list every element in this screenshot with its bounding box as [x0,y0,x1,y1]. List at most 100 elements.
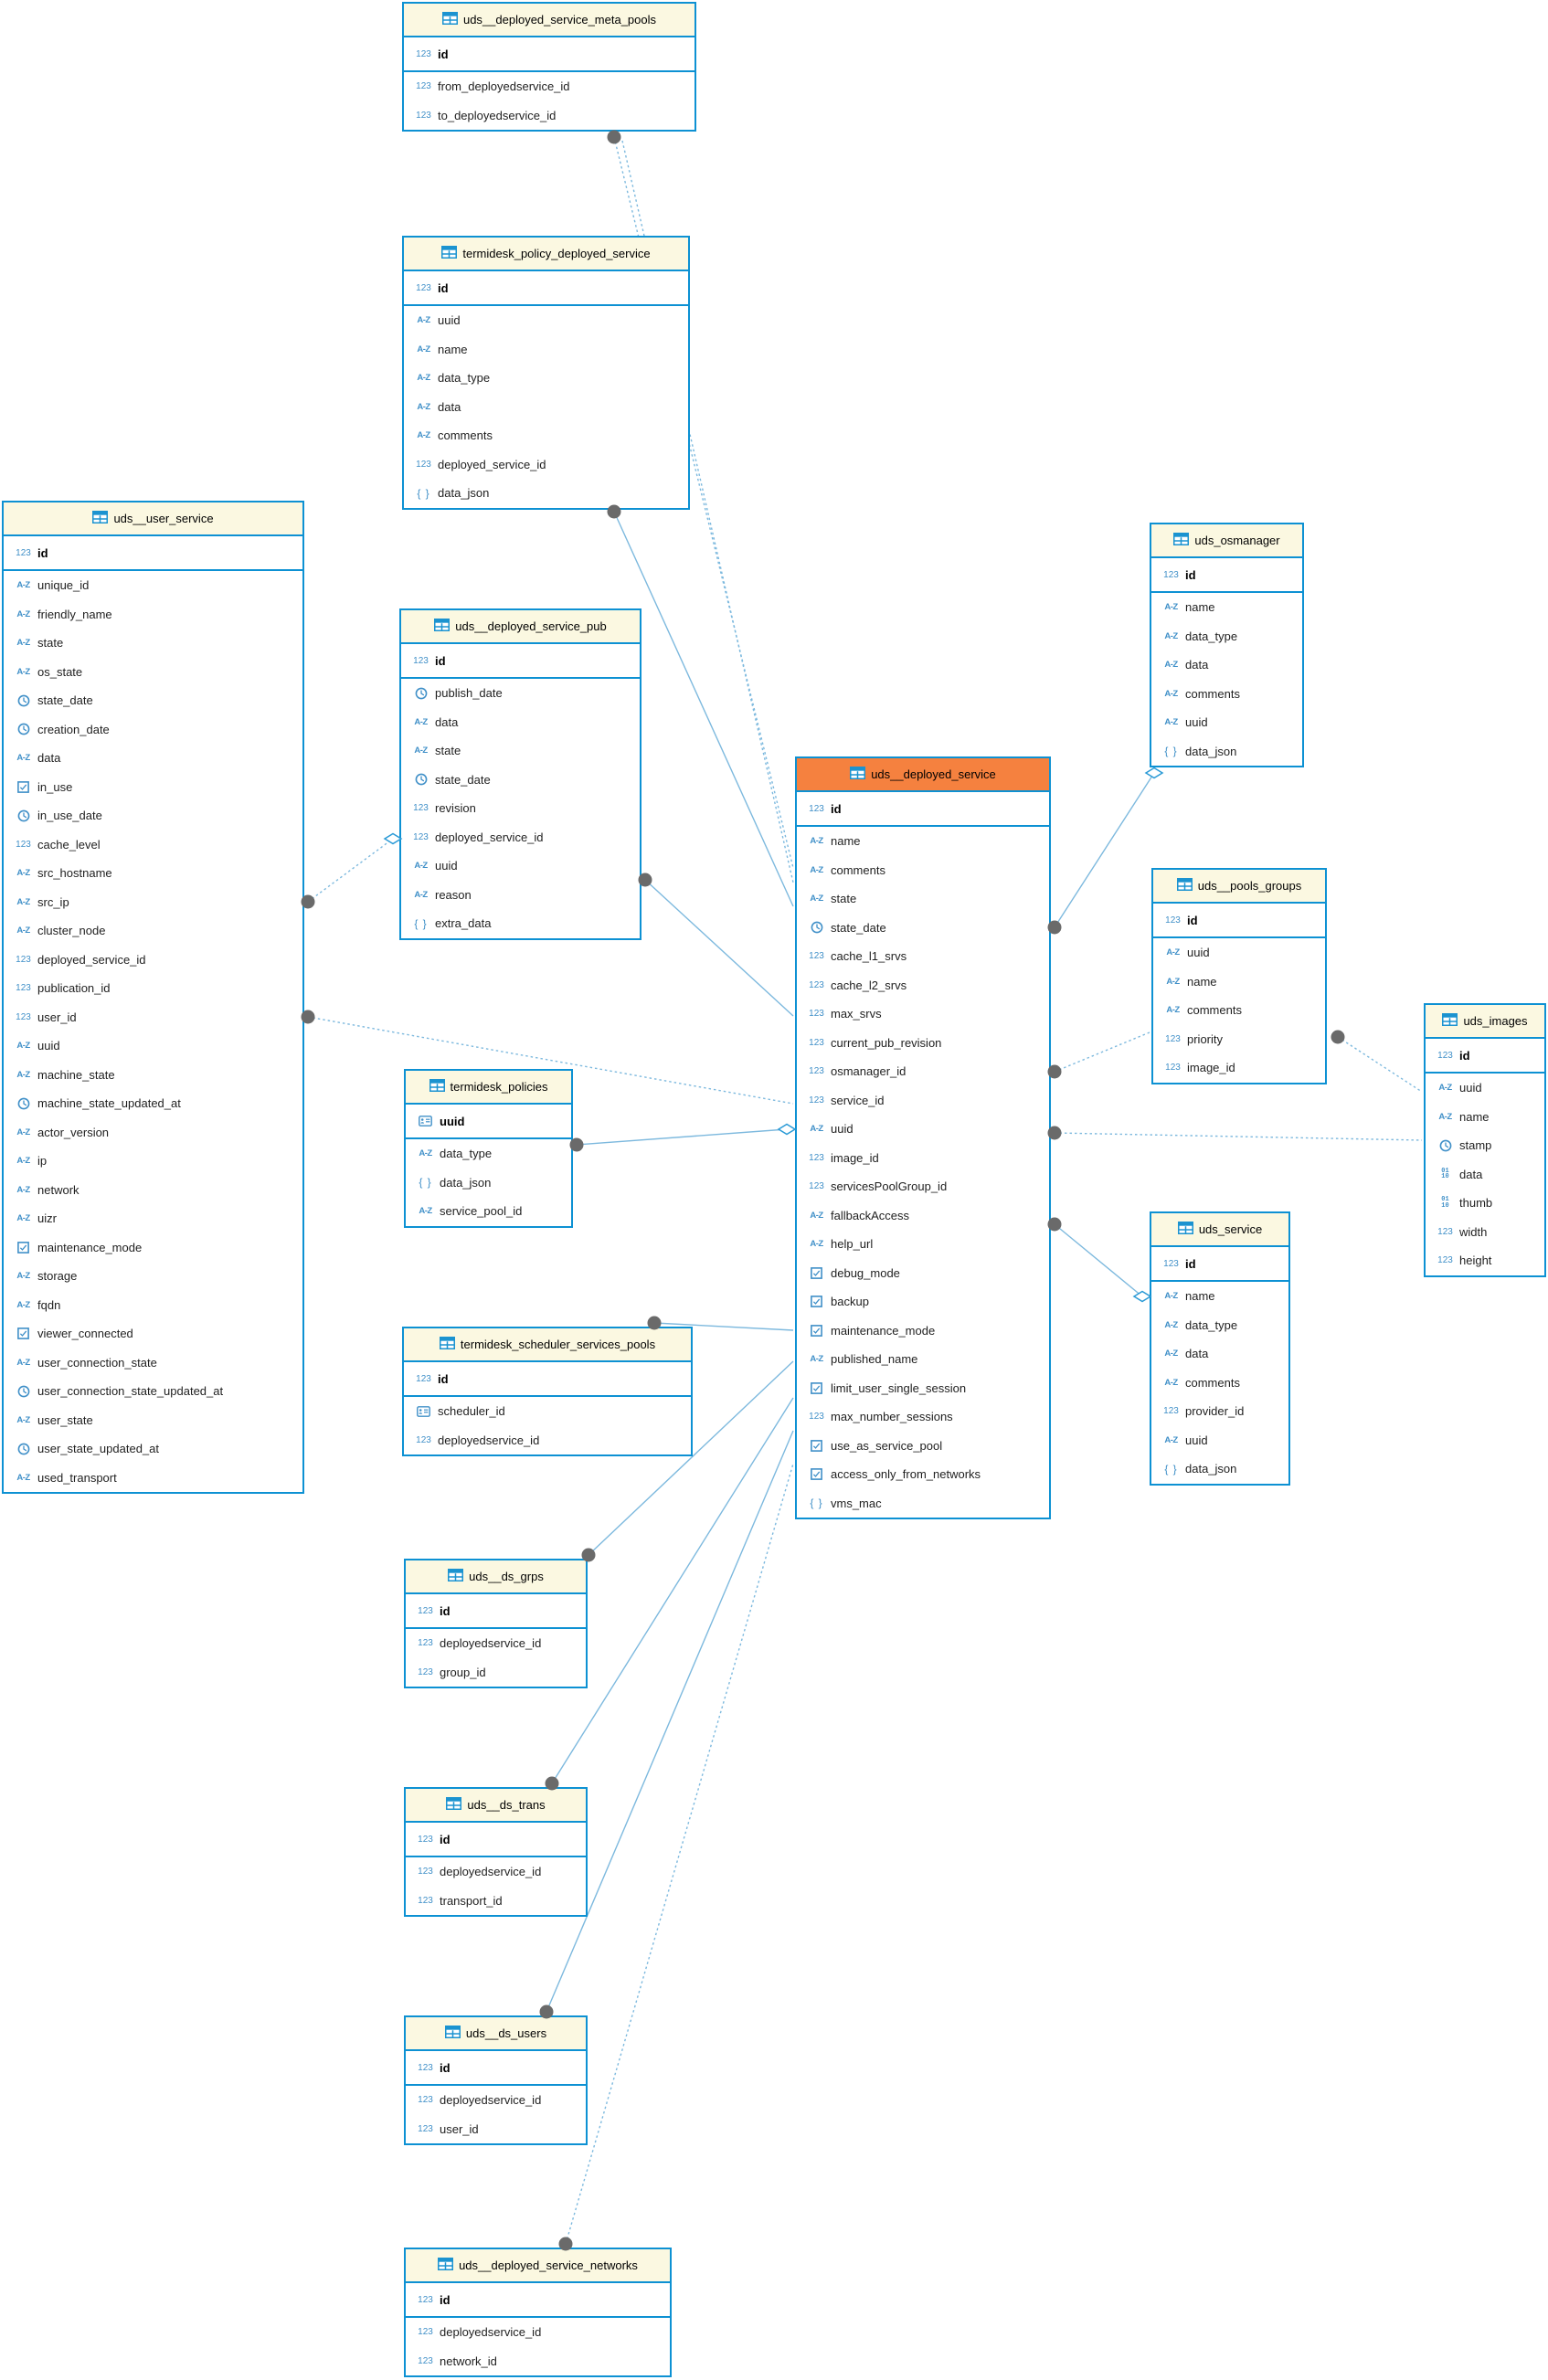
table-header[interactable]: uds_osmanager [1151,524,1302,558]
table-uds__pools_groups[interactable]: uds__pools_groups123idA-ZuuidA-ZnameA-Zc… [1151,868,1327,1084]
table-icon [1178,1222,1193,1237]
field-label: unique_id [36,578,89,592]
field-label: max_srvs [829,1007,882,1021]
text-type-icon: A-Z [11,1271,36,1281]
field-label: data_type [436,371,490,385]
table-header[interactable]: uds__ds_grps [406,1560,586,1594]
table-uds__deployed_service[interactable]: uds__deployed_service123idA-ZnameA-Zcomm… [795,756,1051,1519]
table-field-row: 123cache_l2_srvs [797,971,1049,1000]
table-header[interactable]: termidesk_policies [406,1071,571,1105]
table-uds__ds_trans[interactable]: uds__ds_trans123id123deployedservice_id1… [404,1787,588,1917]
table-field-row: in_use_date [4,801,302,830]
field-label: deployedservice_id [438,1636,541,1650]
table-field-row: A-Zdata [404,393,688,422]
field-label: help_url [829,1237,873,1251]
table-uds__deployed_service_pub[interactable]: uds__deployed_service_pub123idpublish_da… [399,608,641,940]
table-field-row: A-Zstate [401,736,640,766]
table-field-row: A-Zip [4,1147,302,1176]
field-label: data [1458,1168,1482,1181]
text-type-icon: A-Z [11,1358,36,1368]
primary-key-row: 123id [401,644,640,679]
table-header[interactable]: termidesk_scheduler_services_pools [404,1328,691,1362]
table-field-row: maintenance_mode [797,1317,1049,1346]
table-uds_images[interactable]: uds_images123idA-ZuuidA-Znamestamp0110da… [1424,1003,1546,1277]
primary-key-label: id [1458,1049,1470,1063]
text-type-icon: A-Z [804,894,829,904]
table-field-row: 123revision [401,794,640,823]
table-field-row: A-Zname [1153,968,1325,997]
table-uds__ds_users[interactable]: uds__ds_users123id123deployedservice_id1… [404,2015,588,2145]
table-field-row: A-Zname [1426,1103,1544,1132]
table-field-row: 123osmanager_id [797,1057,1049,1086]
table-uds__deployed_service_networks[interactable]: uds__deployed_service_networks123id123de… [404,2248,672,2377]
table-header[interactable]: uds__deployed_service_meta_pools [404,4,694,37]
text-type-icon: A-Z [411,315,436,325]
table-field-row: A-Zuuid [401,852,640,881]
field-label: ip [36,1154,47,1168]
json-type-icon: { } [408,917,433,930]
table-uds__ds_grps[interactable]: uds__ds_grps123id123deployedservice_id12… [404,1559,588,1688]
text-type-icon: A-Z [411,402,436,412]
field-label: data_json [1183,745,1236,758]
table-field-row: A-Zdata [401,708,640,737]
datetime-type-icon [11,809,36,822]
table-icon [442,12,458,27]
table-termidesk_scheduler_services_pools[interactable]: termidesk_scheduler_services_pools123ids… [402,1327,693,1456]
table-header[interactable]: uds_images [1426,1005,1544,1039]
table-header[interactable]: termidesk_policy_deployed_service [404,238,688,271]
field-label: network [36,1183,80,1197]
primary-key-row: 123id [1426,1039,1544,1074]
text-type-icon: A-Z [1161,947,1185,957]
text-type-icon: A-Z [804,1354,829,1364]
field-label: cache_l2_srvs [829,978,907,992]
boolean-type-icon [804,1468,829,1480]
table-uds__deployed_service_meta_pools[interactable]: uds__deployed_service_meta_pools123id123… [402,2,696,132]
field-label: actor_version [36,1126,109,1139]
table-field-row: A-Zcluster_node [4,916,302,946]
table-title: uds__deployed_service [871,767,996,781]
field-label: limit_user_single_session [829,1381,966,1395]
table-header[interactable]: uds__deployed_service [797,758,1049,792]
table-header[interactable]: uds__ds_trans [406,1789,586,1823]
table-field-row: 123cache_level [4,830,302,860]
table-field-row: A-Zdata_type [1151,1311,1288,1340]
table-uds__user_service[interactable]: uds__user_service123idA-Zunique_idA-Zfri… [2,501,304,1494]
table-header[interactable]: uds__pools_groups [1153,870,1325,904]
table-header[interactable]: uds__deployed_service_networks [406,2249,670,2283]
table-termidesk_policy_deployed_service[interactable]: termidesk_policy_deployed_service123idA-… [402,236,690,510]
numeric-type-icon: 123 [804,980,829,990]
table-uds_osmanager[interactable]: uds_osmanager123idA-ZnameA-Zdata_typeA-Z… [1150,523,1304,767]
table-header[interactable]: uds_service [1151,1213,1288,1247]
table-field-row: state_date [4,686,302,715]
field-label: deployedservice_id [438,2093,541,2107]
field-label: group_id [438,1666,486,1679]
table-field-row: A-Znetwork [4,1176,302,1205]
primary-key-label: uuid [438,1115,464,1128]
table-header[interactable]: uds__deployed_service_pub [401,610,640,644]
table-field-row: 123deployedservice_id [406,2086,586,2115]
text-type-icon: A-Z [11,868,36,878]
table-field-row: 123network_id [406,2347,670,2376]
field-label: stamp [1458,1138,1491,1152]
table-field-row: use_as_service_pool [797,1432,1049,1461]
field-label: state_date [829,921,886,935]
numeric-type-icon: 123 [413,2295,438,2305]
table-field-row: A-Zuuid [1153,938,1325,968]
table-field-row: 123deployedservice_id [404,1426,691,1455]
table-field-row: A-Zuuid [797,1115,1049,1144]
table-header[interactable]: uds__user_service [4,502,302,536]
primary-key-label: id [1183,568,1196,582]
field-label: uuid [436,313,461,327]
table-header[interactable]: uds__ds_users [406,2017,586,2051]
primary-key-row: 123id [4,536,302,571]
table-field-row: state_date [401,766,640,795]
table-termidesk_policies[interactable]: termidesk_policiesuuidA-Zdata_type{ }dat… [404,1069,573,1228]
field-label: deployedservice_id [438,1865,541,1878]
text-type-icon: A-Z [1159,660,1183,670]
field-label: uuid [1183,1433,1208,1447]
table-uds_service[interactable]: uds_service123idA-ZnameA-Zdata_typeA-Zda… [1150,1211,1290,1486]
text-type-icon: A-Z [408,746,433,756]
primary-key-label: id [829,802,842,816]
table-field-row: 123user_id [4,1003,302,1032]
table-icon [1177,878,1193,894]
